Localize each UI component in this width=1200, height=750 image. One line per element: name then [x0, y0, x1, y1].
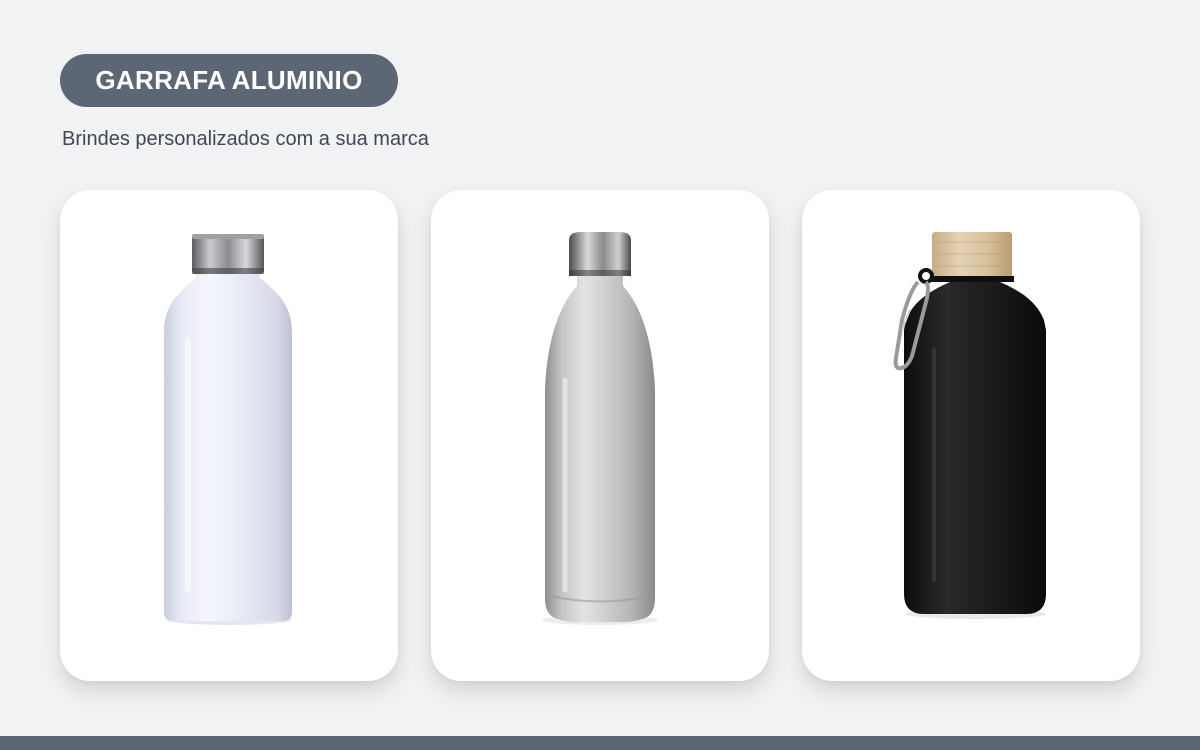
- black-bottle-image: [893, 232, 1046, 619]
- page-title: GARRAFA ALUMINIO: [60, 54, 398, 107]
- page-subtitle: Brindes personalizados com a sua marca: [62, 128, 429, 150]
- silver-bottle-image: [542, 232, 658, 625]
- product-card-silver-bottle[interactable]: [431, 190, 769, 681]
- white-bottle-image: [164, 234, 292, 625]
- product-card-black-bottle[interactable]: [802, 190, 1140, 681]
- footer-bar: [0, 736, 1200, 750]
- product-card-white-bottle[interactable]: [60, 190, 398, 681]
